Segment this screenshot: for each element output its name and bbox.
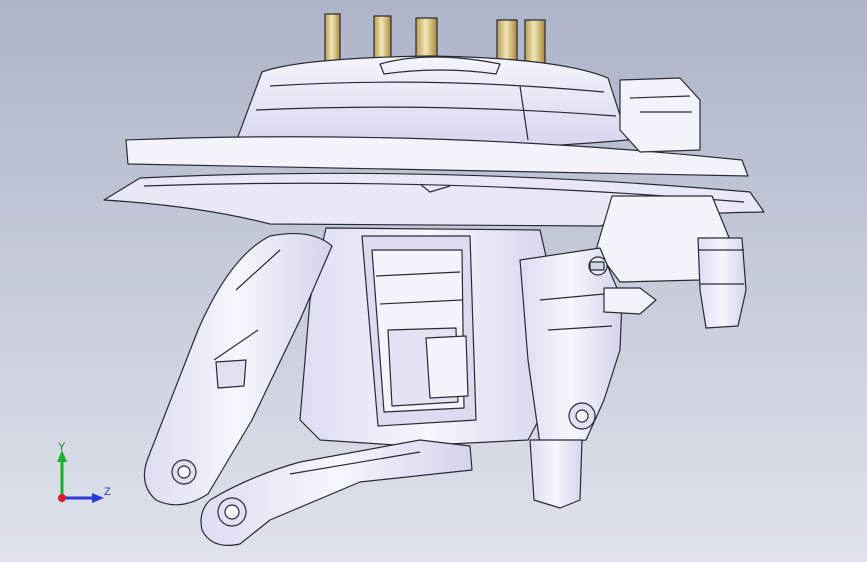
coordinate-triad: Y Z: [44, 436, 124, 516]
z-axis-arrow: [92, 493, 104, 503]
x-axis-point: [58, 494, 66, 502]
triad-y-label: Y: [58, 441, 66, 453]
triad-z-label: Z: [104, 486, 111, 498]
graphics-viewport[interactable]: Y Z: [0, 0, 867, 562]
sensor-nub: [603, 287, 657, 315]
pin-1: [324, 13, 341, 67]
side-connector: [619, 77, 701, 153]
cad-model-assembly[interactable]: [0, 0, 867, 562]
triad-axes: [57, 450, 104, 503]
window-boss: [425, 335, 469, 399]
arm-slot: [215, 359, 247, 389]
right-plug: [697, 237, 747, 329]
lower-boss: [529, 439, 583, 509]
lower-link: [200, 439, 473, 546]
